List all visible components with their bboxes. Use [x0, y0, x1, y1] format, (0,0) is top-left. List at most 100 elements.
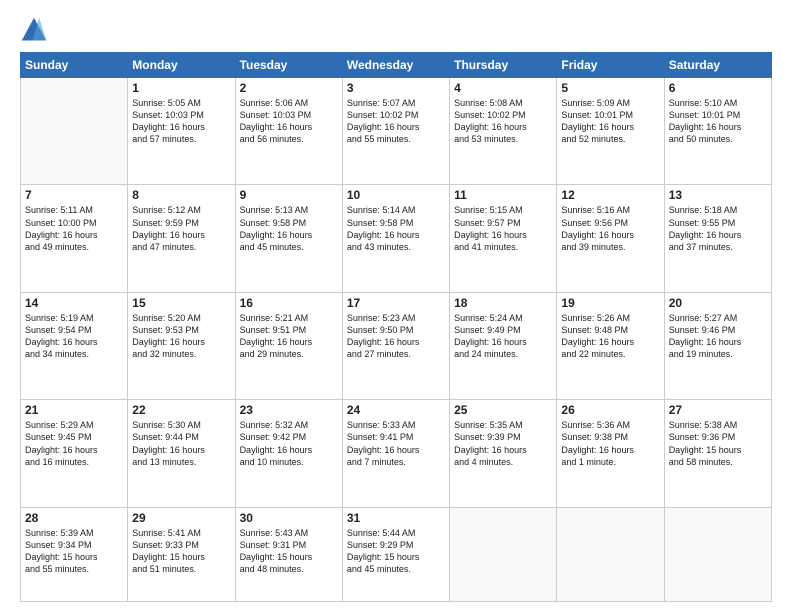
day-number: 20 [669, 296, 767, 310]
day-info: Sunrise: 5:07 AM Sunset: 10:02 PM Daylig… [347, 97, 445, 146]
day-cell: 13 Sunrise: 5:18 AM Sunset: 9:55 PM Dayli… [664, 185, 771, 292]
day-cell: 9Sunrise: 5:13 AM Sunset: 9:58 PM Daylig… [235, 185, 342, 292]
day-cell: 6 Sunrise: 5:10 AM Sunset: 10:01 PM Dayli… [664, 78, 771, 185]
day-number: 29 [132, 511, 230, 525]
col-header-wednesday: Wednesday [342, 53, 449, 78]
day-number: 28 [25, 511, 123, 525]
week-row-3: 14Sunrise: 5:19 AM Sunset: 9:54 PM Dayli… [21, 292, 772, 399]
week-row-4: 21 Sunrise: 5:29 AM Sunset: 9:45 PM Dayli… [21, 400, 772, 507]
day-number: 13 [669, 188, 767, 202]
day-info: Sunrise: 5:39 AM Sunset: 9:34 PM Dayligh… [25, 527, 123, 576]
day-cell: 1 Sunrise: 5:05 AM Sunset: 10:03 PM Dayli… [128, 78, 235, 185]
day-number: 3 [347, 81, 445, 95]
day-info: Sunrise: 5:36 AM Sunset: 9:38 PM Dayligh… [561, 419, 659, 468]
day-cell [664, 507, 771, 601]
day-info: Sunrise: 5:38 AM Sunset: 9:36 PM Dayligh… [669, 419, 767, 468]
day-info: Sunrise: 5:23 AM Sunset: 9:50 PM Dayligh… [347, 312, 445, 361]
day-number: 10 [347, 188, 445, 202]
col-header-tuesday: Tuesday [235, 53, 342, 78]
day-cell: 12 Sunrise: 5:16 AM Sunset: 9:56 PM Dayli… [557, 185, 664, 292]
calendar-table: SundayMondayTuesdayWednesdayThursdayFrid… [20, 52, 772, 602]
day-info: Sunrise: 5:27 AM Sunset: 9:46 PM Dayligh… [669, 312, 767, 361]
col-header-sunday: Sunday [21, 53, 128, 78]
day-cell: 18 Sunrise: 5:24 AM Sunset: 9:49 PM Dayli… [450, 292, 557, 399]
day-number: 30 [240, 511, 338, 525]
day-cell: 10 Sunrise: 5:14 AM Sunset: 9:58 PM Dayli… [342, 185, 449, 292]
day-number: 31 [347, 511, 445, 525]
week-row-5: 28 Sunrise: 5:39 AM Sunset: 9:34 PM Dayli… [21, 507, 772, 601]
day-number: 12 [561, 188, 659, 202]
day-cell: 25 Sunrise: 5:35 AM Sunset: 9:39 PM Dayli… [450, 400, 557, 507]
day-cell: 30 Sunrise: 5:43 AM Sunset: 9:31 PM Dayli… [235, 507, 342, 601]
day-cell: 29 Sunrise: 5:41 AM Sunset: 9:33 PM Dayli… [128, 507, 235, 601]
logo [20, 16, 52, 44]
day-number: 1 [132, 81, 230, 95]
day-info: Sunrise: 5:44 AM Sunset: 9:29 PM Dayligh… [347, 527, 445, 576]
day-info: Sunrise: 5:29 AM Sunset: 9:45 PM Dayligh… [25, 419, 123, 468]
day-info: Sunrise: 5:10 AM Sunset: 10:01 PM Daylig… [669, 97, 767, 146]
day-number: 18 [454, 296, 552, 310]
day-cell: 20 Sunrise: 5:27 AM Sunset: 9:46 PM Dayli… [664, 292, 771, 399]
day-info: Sunrise: 5:33 AM Sunset: 9:41 PM Dayligh… [347, 419, 445, 468]
col-header-thursday: Thursday [450, 53, 557, 78]
day-info: Sunrise: 5:16 AM Sunset: 9:56 PM Dayligh… [561, 204, 659, 253]
day-cell: 31 Sunrise: 5:44 AM Sunset: 9:29 PM Dayli… [342, 507, 449, 601]
day-number: 21 [25, 403, 123, 417]
day-info: Sunrise: 5:24 AM Sunset: 9:49 PM Dayligh… [454, 312, 552, 361]
day-info: Sunrise: 5:15 AM Sunset: 9:57 PM Dayligh… [454, 204, 552, 253]
day-cell: 21 Sunrise: 5:29 AM Sunset: 9:45 PM Dayli… [21, 400, 128, 507]
day-cell: 28 Sunrise: 5:39 AM Sunset: 9:34 PM Dayli… [21, 507, 128, 601]
day-number: 23 [240, 403, 338, 417]
day-cell: 11 Sunrise: 5:15 AM Sunset: 9:57 PM Dayli… [450, 185, 557, 292]
page: SundayMondayTuesdayWednesdayThursdayFrid… [0, 0, 792, 612]
day-number: 25 [454, 403, 552, 417]
day-number: 19 [561, 296, 659, 310]
day-info: Sunrise: 5:14 AM Sunset: 9:58 PM Dayligh… [347, 204, 445, 253]
logo-icon [20, 16, 48, 44]
day-number: 2 [240, 81, 338, 95]
day-info: Sunrise: 5:18 AM Sunset: 9:55 PM Dayligh… [669, 204, 767, 253]
day-cell: 4Sunrise: 5:08 AM Sunset: 10:02 PM Dayli… [450, 78, 557, 185]
day-number: 27 [669, 403, 767, 417]
day-info: Sunrise: 5:09 AM Sunset: 10:01 PM Daylig… [561, 97, 659, 146]
day-info: Sunrise: 5:35 AM Sunset: 9:39 PM Dayligh… [454, 419, 552, 468]
day-info: Sunrise: 5:30 AM Sunset: 9:44 PM Dayligh… [132, 419, 230, 468]
day-cell [450, 507, 557, 601]
day-info: Sunrise: 5:06 AM Sunset: 10:03 PM Daylig… [240, 97, 338, 146]
day-cell: 17 Sunrise: 5:23 AM Sunset: 9:50 PM Dayli… [342, 292, 449, 399]
day-cell: 22 Sunrise: 5:30 AM Sunset: 9:44 PM Dayli… [128, 400, 235, 507]
day-cell: 2 Sunrise: 5:06 AM Sunset: 10:03 PM Dayli… [235, 78, 342, 185]
day-cell: 27 Sunrise: 5:38 AM Sunset: 9:36 PM Dayli… [664, 400, 771, 507]
day-number: 7 [25, 188, 123, 202]
day-info: Sunrise: 5:19 AM Sunset: 9:54 PM Dayligh… [25, 312, 123, 361]
day-cell: 7Sunrise: 5:11 AM Sunset: 10:00 PM Dayli… [21, 185, 128, 292]
day-number: 22 [132, 403, 230, 417]
day-number: 26 [561, 403, 659, 417]
day-info: Sunrise: 5:41 AM Sunset: 9:33 PM Dayligh… [132, 527, 230, 576]
day-number: 15 [132, 296, 230, 310]
day-info: Sunrise: 5:20 AM Sunset: 9:53 PM Dayligh… [132, 312, 230, 361]
day-number: 4 [454, 81, 552, 95]
day-info: Sunrise: 5:32 AM Sunset: 9:42 PM Dayligh… [240, 419, 338, 468]
header [20, 16, 772, 44]
day-cell: 8Sunrise: 5:12 AM Sunset: 9:59 PM Daylig… [128, 185, 235, 292]
day-cell: 14Sunrise: 5:19 AM Sunset: 9:54 PM Dayli… [21, 292, 128, 399]
week-row-2: 7Sunrise: 5:11 AM Sunset: 10:00 PM Dayli… [21, 185, 772, 292]
col-header-saturday: Saturday [664, 53, 771, 78]
day-cell: 24 Sunrise: 5:33 AM Sunset: 9:41 PM Dayli… [342, 400, 449, 507]
day-info: Sunrise: 5:43 AM Sunset: 9:31 PM Dayligh… [240, 527, 338, 576]
day-number: 6 [669, 81, 767, 95]
day-cell: 19 Sunrise: 5:26 AM Sunset: 9:48 PM Dayli… [557, 292, 664, 399]
day-number: 17 [347, 296, 445, 310]
col-header-monday: Monday [128, 53, 235, 78]
day-cell: 15 Sunrise: 5:20 AM Sunset: 9:53 PM Dayli… [128, 292, 235, 399]
day-cell: 3 Sunrise: 5:07 AM Sunset: 10:02 PM Dayli… [342, 78, 449, 185]
day-number: 24 [347, 403, 445, 417]
day-cell [557, 507, 664, 601]
day-number: 11 [454, 188, 552, 202]
col-header-friday: Friday [557, 53, 664, 78]
day-info: Sunrise: 5:13 AM Sunset: 9:58 PM Dayligh… [240, 204, 338, 253]
day-info: Sunrise: 5:26 AM Sunset: 9:48 PM Dayligh… [561, 312, 659, 361]
day-cell: 23 Sunrise: 5:32 AM Sunset: 9:42 PM Dayli… [235, 400, 342, 507]
day-info: Sunrise: 5:05 AM Sunset: 10:03 PM Daylig… [132, 97, 230, 146]
